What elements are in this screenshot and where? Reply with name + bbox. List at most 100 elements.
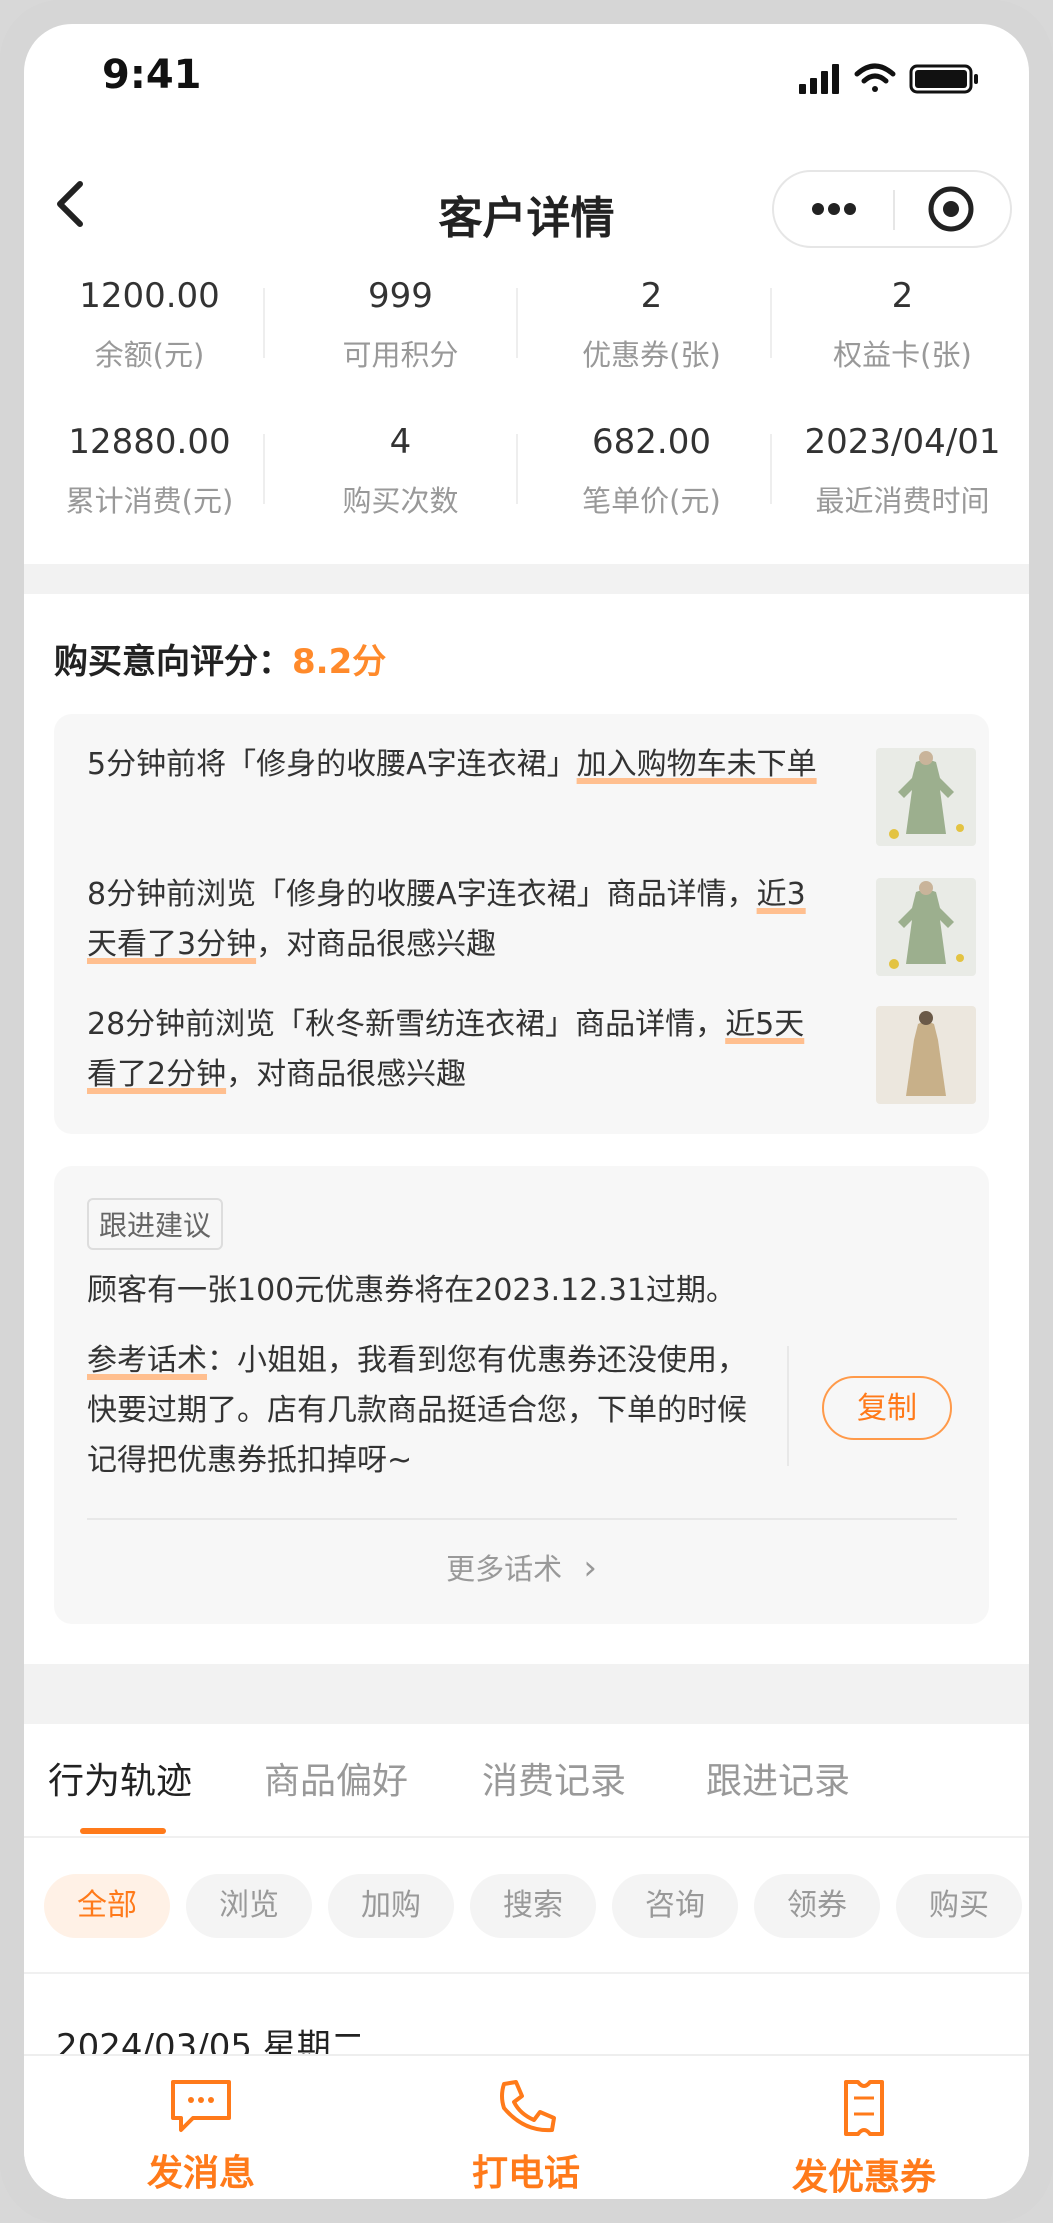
stat-points[interactable]: 999 可用积分 xyxy=(275,274,526,374)
stat-value: 12880.00 xyxy=(68,422,231,462)
close-target-icon[interactable] xyxy=(895,172,1010,246)
detail-tabs: 行为轨迹 商品偏好 消费记录 跟进记录 xyxy=(24,1724,1029,1834)
product-thumbnail[interactable] xyxy=(876,748,976,846)
phone-icon xyxy=(500,2080,556,2133)
stat-label: 笔单价(元) xyxy=(582,484,721,518)
chat-bubble-icon xyxy=(171,2080,231,2132)
stat-value: 2023/04/01 xyxy=(804,422,1001,462)
chip-purchase[interactable]: 购买 xyxy=(896,1874,1022,1938)
stat-last-purchase: 2023/04/01 最近消费时间 xyxy=(777,420,1028,520)
dress-image-icon xyxy=(876,748,976,846)
intent-label: 购买意向评分： xyxy=(54,642,292,682)
chips-divider xyxy=(24,1972,1029,1974)
status-bar: 9:41 xyxy=(24,24,1029,144)
card-divider xyxy=(87,1518,957,1520)
dress-image-icon xyxy=(876,878,976,976)
event-item[interactable]: 8分钟前浏览「修身的收腰A字连衣裙」商品详情，近3天看了3分钟，对商品很感兴趣 xyxy=(87,870,817,970)
copy-button[interactable]: 复制 xyxy=(822,1376,952,1440)
stat-value: 1200.00 xyxy=(79,276,220,316)
event-tail: ，对商品很感兴趣 xyxy=(226,1057,467,1092)
send-coupon-label: 发优惠券 xyxy=(791,2157,936,2198)
product-thumbnail[interactable] xyxy=(876,1006,976,1104)
coupon-ticket-icon xyxy=(844,2080,884,2136)
event-item[interactable]: 28分钟前浏览「秋冬新雪纺连衣裙」商品详情，近5天看了2分钟，对商品很感兴趣 xyxy=(87,1000,817,1100)
stat-label: 权益卡(张) xyxy=(833,338,972,372)
section-gap xyxy=(24,1664,1029,1724)
battery-icon xyxy=(909,64,978,94)
nav-bar: 客户详情 xyxy=(24,144,1029,274)
event-text: 8分钟前浏览「修身的收腰A字连衣裙」商品详情， xyxy=(87,877,757,912)
stat-balance[interactable]: 1200.00 余额(元) xyxy=(24,274,275,374)
event-text: 28分钟前浏览「秋冬新雪纺连衣裙」商品详情， xyxy=(87,1007,726,1042)
stat-divider xyxy=(263,434,265,504)
stat-benefit-cards[interactable]: 2 权益卡(张) xyxy=(777,274,1028,374)
script-label: 参考话术 xyxy=(87,1343,207,1378)
tab-behavior[interactable]: 行为轨迹 xyxy=(48,1752,192,1804)
chip-consult[interactable]: 咨询 xyxy=(612,1874,738,1938)
stat-purchase-count: 4 购买次数 xyxy=(275,420,526,520)
follow-up-tag: 跟进建议 xyxy=(87,1198,224,1250)
reference-script: 参考话术：小姐姐，我看到您有优惠券还没使用，快要过期了。店有几款商品挺适合您，下… xyxy=(87,1336,767,1486)
send-message-button[interactable]: 发消息 xyxy=(76,2078,326,2196)
more-scripts-label: 更多话术 xyxy=(446,1552,563,1586)
tab-follow-records[interactable]: 跟进记录 xyxy=(706,1752,850,1804)
bottom-action-bar: 发消息 打电话 发优惠券 xyxy=(24,2054,1029,2199)
stat-value: 682.00 xyxy=(592,422,711,462)
phone-frame: 9:41 客户详情 1200.00 余额(元) 999 可用积分 2 优惠券(张… xyxy=(0,0,1053,2223)
stat-label: 余额(元) xyxy=(94,338,205,372)
chevron-right-icon: › xyxy=(583,1548,597,1588)
event-text: 5分钟前将「修身的收腰A字连衣裙」 xyxy=(87,747,577,782)
product-thumbnail[interactable] xyxy=(876,878,976,976)
coupon-expiry-notice: 顾客有一张100元优惠券将在2023.12.31过期。 xyxy=(87,1273,737,1308)
behavior-events-card: 5分钟前将「修身的收腰A字连衣裙」加入购物车未下单 8分钟前浏览「修身的收腰A字… xyxy=(54,714,989,1134)
follow-up-card: 跟进建议 顾客有一张100元优惠券将在2023.12.31过期。 参考话术：小姐… xyxy=(54,1166,989,1624)
stat-value: 999 xyxy=(368,276,433,316)
stat-label: 最近消费时间 xyxy=(815,484,990,518)
stat-value: 2 xyxy=(640,276,663,316)
event-item[interactable]: 5分钟前将「修身的收腰A字连衣裙」加入购物车未下单 xyxy=(87,740,817,790)
stat-value: 4 xyxy=(389,422,412,462)
chip-browse[interactable]: 浏览 xyxy=(186,1874,312,1938)
chip-add-cart[interactable]: 加购 xyxy=(328,1874,454,1938)
chip-coupon[interactable]: 领券 xyxy=(754,1874,880,1938)
stat-divider xyxy=(770,288,772,358)
tab-purchase-records[interactable]: 消费记录 xyxy=(482,1752,626,1804)
more-dots-icon[interactable] xyxy=(774,172,894,246)
stat-label: 累计消费(元) xyxy=(65,484,234,518)
call-button[interactable]: 打电话 xyxy=(401,2078,651,2196)
stat-divider xyxy=(263,288,265,358)
signal-icon xyxy=(799,64,839,94)
status-icons xyxy=(799,63,978,94)
wifi-icon xyxy=(854,63,896,92)
chip-all[interactable]: 全部 xyxy=(44,1874,170,1938)
stat-total-spend: 12880.00 累计消费(元) xyxy=(24,420,275,520)
more-scripts-link[interactable]: 更多话术 › xyxy=(54,1546,989,1588)
chip-search[interactable]: 搜索 xyxy=(470,1874,596,1938)
tabs-divider xyxy=(24,1836,1029,1838)
intent-score-title: 购买意向评分：8.2分 xyxy=(54,634,386,683)
mini-program-capsule xyxy=(772,170,1012,248)
dress-image-icon xyxy=(876,1006,976,1104)
stat-label: 购买次数 xyxy=(342,484,459,518)
event-highlight: 加入购物车未下单 xyxy=(576,747,817,782)
filter-chips: 全部 浏览 加购 搜索 咨询 领券 购买 xyxy=(24,1874,1029,1940)
intent-score: 8.2分 xyxy=(292,642,387,682)
stat-divider xyxy=(516,288,518,358)
stat-divider xyxy=(516,434,518,504)
stat-avg-order: 682.00 笔单价(元) xyxy=(526,420,777,520)
section-gap xyxy=(24,564,1029,594)
call-label: 打电话 xyxy=(471,2153,580,2194)
stat-value: 2 xyxy=(891,276,914,316)
screen: 9:41 客户详情 1200.00 余额(元) 999 可用积分 2 优惠券(张… xyxy=(24,24,1029,2199)
tab-product-preference[interactable]: 商品偏好 xyxy=(264,1752,408,1804)
send-coupon-button[interactable]: 发优惠券 xyxy=(739,2078,989,2199)
stat-coupons[interactable]: 2 优惠券(张) xyxy=(526,274,777,374)
stats-grid: 1200.00 余额(元) 999 可用积分 2 优惠券(张) 2 权益卡(张)… xyxy=(24,274,1029,564)
stat-label: 可用积分 xyxy=(342,338,459,372)
stat-label: 优惠券(张) xyxy=(582,338,721,372)
script-divider xyxy=(787,1346,789,1466)
send-message-label: 发消息 xyxy=(146,2153,255,2194)
stat-divider xyxy=(770,434,772,504)
event-tail: ，对商品很感兴趣 xyxy=(256,927,497,962)
active-tab-indicator xyxy=(80,1828,166,1834)
